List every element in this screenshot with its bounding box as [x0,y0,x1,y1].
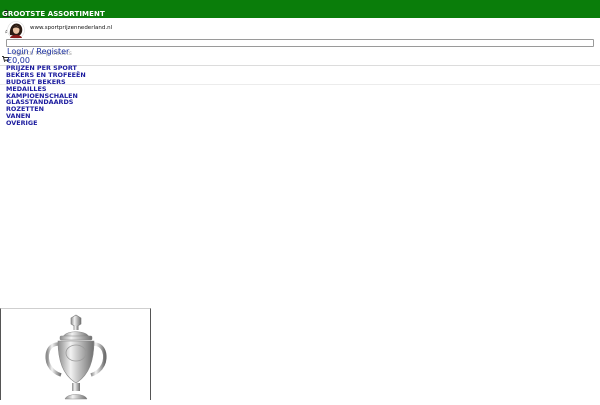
header-divider [0,65,600,66]
nav-item-overige[interactable]: OVERIGE [6,120,86,127]
trophy-image[interactable] [41,313,111,401]
promo-text: GROOTSTE ASSORTIMENT [2,10,105,18]
search-bar[interactable] [6,39,599,57]
top-promo-bar: GROOTSTE ASSORTIMENT [0,0,600,18]
user-icon[interactable] [2,2,10,17]
site-url[interactable]: www.sportprijzennederland.nl [30,25,112,31]
nav-divider [0,84,600,85]
site-logo[interactable] [4,20,28,40]
product-card[interactable] [0,308,151,400]
search-input[interactable] [7,50,599,57]
main-nav: PRIJZEN PER SPORT BEKERS EN TROFEEËN BUD… [6,65,86,127]
